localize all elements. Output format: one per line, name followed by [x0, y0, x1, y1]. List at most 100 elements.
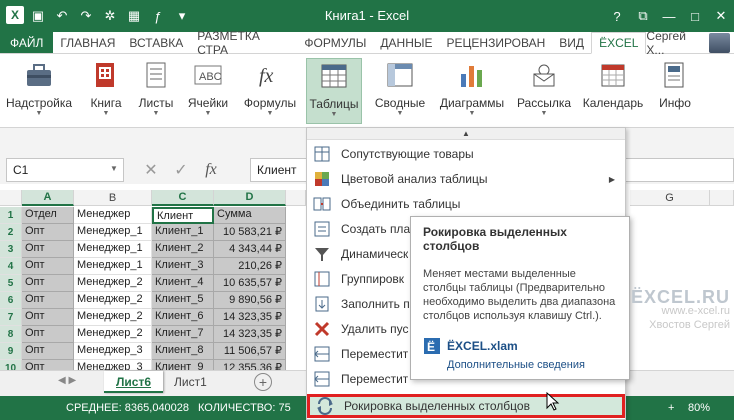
chevron-down-icon[interactable]: ▼	[110, 164, 118, 173]
ribbon-button-formulas[interactable]: fx Формулы ▼	[240, 58, 300, 124]
cell-d7[interactable]: 14 323,35 ₽	[214, 309, 286, 326]
sheet-tab-list1[interactable]: Лист1	[162, 371, 219, 393]
cell-c4[interactable]: Клиент_3	[152, 258, 214, 275]
cell-b3[interactable]: Менеджер_1	[74, 241, 152, 258]
sheet-nav-icon[interactable]: ◀ ▶	[58, 375, 76, 386]
cell-a1[interactable]: Отдел	[22, 207, 74, 224]
cell-a5[interactable]: Опт	[22, 275, 74, 292]
ribbon-button-mailing[interactable]: Рассылка ▼	[514, 58, 574, 124]
cell-d5[interactable]: 10 635,57 ₽	[214, 275, 286, 292]
tab-file[interactable]: ФАЙЛ	[0, 32, 54, 53]
cell-c8[interactable]: Клиент_7	[152, 326, 214, 343]
cell-b5[interactable]: Менеджер_2	[74, 275, 152, 292]
column-header-b[interactable]: B	[74, 190, 152, 206]
tab-formulas[interactable]: ФОРМУЛЫ	[297, 32, 373, 53]
cell-b1[interactable]: Менеджер	[74, 207, 152, 224]
zoom-in-icon[interactable]: +	[668, 402, 674, 414]
cell-d6[interactable]: 9 890,56 ₽	[214, 292, 286, 309]
column-header-blank[interactable]	[286, 190, 306, 206]
insert-function-icon[interactable]: fx	[198, 158, 224, 182]
row-header[interactable]: 5	[0, 275, 22, 292]
more-info-link[interactable]: Дополнительные сведения	[447, 359, 617, 371]
menu-item-label: Переместит	[341, 372, 409, 386]
cell-b7[interactable]: Менеджер_2	[74, 309, 152, 326]
zoom-level[interactable]: 80%	[688, 402, 710, 414]
ribbon-button-pivot[interactable]: Сводные ▼	[370, 58, 430, 124]
cell-d4[interactable]: 210,26 ₽	[214, 258, 286, 275]
column-header-a[interactable]: A	[22, 190, 74, 206]
ribbon: Надстройка ▼ Книга ▼ Листы ▼ ABC Ячейки …	[0, 54, 734, 128]
scroll-up-icon[interactable]: ▲	[307, 128, 625, 140]
cell-c3[interactable]: Клиент_2	[152, 241, 214, 258]
add-sheet-icon[interactable]: +	[254, 373, 272, 391]
ribbon-button-cells[interactable]: ABC Ячейки ▼	[184, 58, 232, 124]
ribbon-button-workbook[interactable]: Книга ▼	[84, 58, 128, 124]
user-account[interactable]: Сергей Х...	[646, 29, 734, 57]
menu-item[interactable]: Цветовой анализ таблицы ▶	[307, 167, 625, 191]
help-icon[interactable]: ?	[604, 0, 630, 32]
name-box[interactable]: C1	[6, 158, 124, 182]
cell-d2[interactable]: 10 583,21 ₽	[214, 224, 286, 241]
ribbon-label: Рассылка	[516, 96, 572, 110]
cell-d3[interactable]: 4 343,44 ₽	[214, 241, 286, 258]
row-header[interactable]: 1	[0, 207, 22, 224]
group-icon	[307, 267, 337, 291]
tab-insert[interactable]: ВСТАВКА	[122, 32, 190, 53]
tab-page-layout[interactable]: РАЗМЕТКА СТРА	[190, 29, 297, 57]
cell-a7[interactable]: Опт	[22, 309, 74, 326]
row-header[interactable]: 7	[0, 309, 22, 326]
ribbon-button-tables[interactable]: Таблицы ▼	[306, 58, 362, 124]
column-header-g[interactable]: G	[630, 190, 710, 206]
cancel-icon[interactable]: ✕	[138, 158, 164, 182]
cell-c5[interactable]: Клиент_4	[152, 275, 214, 292]
minimize-icon[interactable]: —	[656, 0, 682, 32]
cell-a2[interactable]: Опт	[22, 224, 74, 241]
cell-d8[interactable]: 14 323,35 ₽	[214, 326, 286, 343]
ribbon-button-info[interactable]: Инфо	[652, 58, 698, 124]
menu-item[interactable]: Сопутствующие товары	[307, 142, 625, 166]
cell-d9[interactable]: 11 506,57 ₽	[214, 343, 286, 360]
close-icon[interactable]: ✕	[708, 0, 734, 32]
select-all-corner[interactable]	[0, 190, 22, 206]
menu-item[interactable]: Рокировка выделенных столбцов	[307, 394, 625, 418]
row-header[interactable]: 9	[0, 343, 22, 360]
cell-b4[interactable]: Менеджер_1	[74, 258, 152, 275]
cell-a8[interactable]: Опт	[22, 326, 74, 343]
maximize-icon[interactable]: □	[682, 0, 708, 32]
row-header[interactable]: 2	[0, 224, 22, 241]
column-header-d[interactable]: D	[214, 190, 286, 206]
cell-c2[interactable]: Клиент_1	[152, 224, 214, 241]
ribbon-button-sheets[interactable]: Листы ▼	[134, 58, 178, 124]
tab-data[interactable]: ДАННЫЕ	[373, 32, 439, 53]
cell-b9[interactable]: Менеджер_3	[74, 343, 152, 360]
cell-c1[interactable]: Клиент	[152, 207, 214, 224]
cell-c9[interactable]: Клиент_8	[152, 343, 214, 360]
cell-a4[interactable]: Опт	[22, 258, 74, 275]
cell-a9[interactable]: Опт	[22, 343, 74, 360]
cell-c6[interactable]: Клиент_5	[152, 292, 214, 309]
cell-a6[interactable]: Опт	[22, 292, 74, 309]
ribbon-button-addin[interactable]: Надстройка ▼	[4, 58, 74, 124]
row-header[interactable]: 3	[0, 241, 22, 258]
cell-b6[interactable]: Менеджер_2	[74, 292, 152, 309]
row-header[interactable]: 4	[0, 258, 22, 275]
cell-a3[interactable]: Опт	[22, 241, 74, 258]
cell-d1[interactable]: Сумма	[214, 207, 286, 224]
tab-home[interactable]: ГЛАВНАЯ	[53, 32, 122, 53]
column-header-c[interactable]: C	[152, 190, 214, 206]
column-header-blank[interactable]	[710, 190, 734, 206]
cell-c7[interactable]: Клиент_6	[152, 309, 214, 326]
ribbon-display-icon[interactable]: ⧉	[630, 0, 656, 32]
cell-b2[interactable]: Менеджер_1	[74, 224, 152, 241]
row-header[interactable]: 8	[0, 326, 22, 343]
cell-b8[interactable]: Менеджер_2	[74, 326, 152, 343]
tab-excel-addin[interactable]: ЁXCEL	[591, 32, 647, 54]
ribbon-button-charts[interactable]: Диаграммы ▼	[436, 58, 508, 124]
tab-view[interactable]: ВИД	[552, 32, 591, 53]
tab-review[interactable]: РЕЦЕНЗИРОВАН	[440, 32, 553, 53]
confirm-icon[interactable]: ✓	[168, 158, 194, 182]
ribbon-button-calendar[interactable]: Календарь	[580, 58, 646, 124]
sheet-tab-list6[interactable]: Лист6	[104, 371, 164, 393]
row-header[interactable]: 6	[0, 292, 22, 309]
menu-item[interactable]: Объединить таблицы	[307, 192, 625, 216]
